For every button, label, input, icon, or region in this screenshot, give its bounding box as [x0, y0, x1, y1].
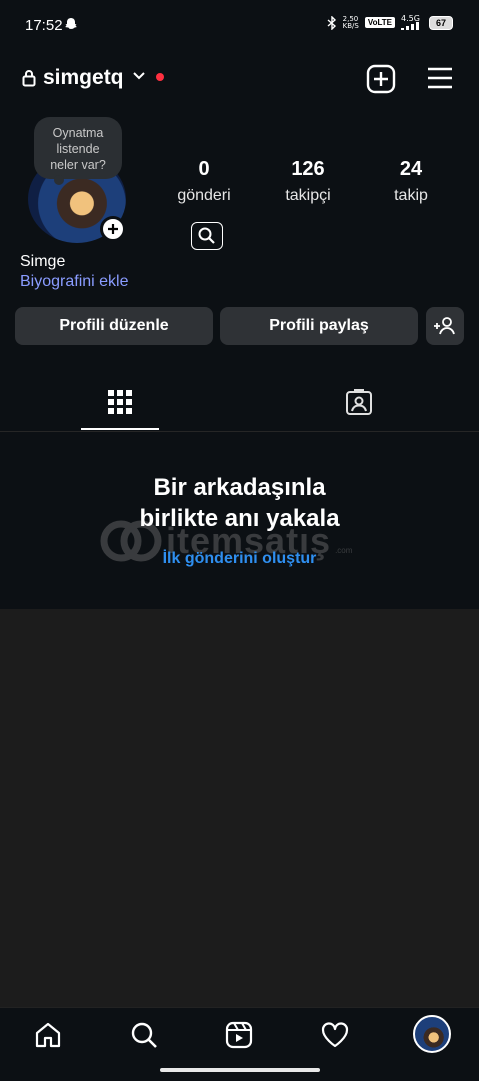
bluetooth-icon: [327, 15, 336, 30]
reels-icon[interactable]: [224, 1020, 254, 1050]
battery-indicator: 67: [429, 15, 453, 30]
profile-nav-avatar[interactable]: [413, 1015, 451, 1053]
profile-header: simgetq: [0, 58, 479, 100]
following-label: takip: [394, 187, 428, 204]
home-indicator[interactable]: [160, 1068, 320, 1072]
volte-badge: VoLTE: [364, 17, 395, 28]
search-nav-icon[interactable]: [129, 1020, 159, 1050]
tab-tagged[interactable]: [240, 384, 479, 432]
empty-state-title: Bir arkadaşınla birlikte anı yakala: [139, 474, 340, 532]
plus-icon: [108, 224, 118, 234]
search-icon: [198, 227, 215, 244]
following-stat[interactable]: 24 takip: [380, 158, 442, 205]
signal-bars-icon: [401, 22, 419, 30]
home-icon[interactable]: [33, 1020, 63, 1050]
status-time: 17:52: [25, 17, 63, 34]
discover-people-button[interactable]: [426, 307, 464, 345]
posts-count: 0: [198, 158, 210, 180]
followers-stat[interactable]: 126 takipçi: [276, 158, 340, 205]
snapchat-notification-icon: [65, 18, 77, 29]
tabs-divider: [0, 431, 479, 432]
chevron-down-icon[interactable]: [132, 71, 146, 81]
followers-label: takipçi: [285, 187, 331, 204]
posts-label: gönderi: [177, 187, 231, 204]
followers-count: 126: [291, 158, 325, 180]
create-first-post-link[interactable]: İlk gönderini oluştur: [0, 550, 479, 568]
tab-posts-grid[interactable]: [0, 384, 240, 432]
tagged-person-icon: [346, 389, 372, 415]
note-bubble[interactable]: Oynatma listende neler var?: [34, 117, 122, 185]
add-person-icon: [434, 317, 455, 335]
search-button[interactable]: [191, 222, 223, 250]
grid-icon: [108, 390, 132, 414]
following-count: 24: [399, 158, 423, 180]
lock-icon: [22, 70, 36, 87]
share-profile-button[interactable]: Profili paylaş: [220, 307, 418, 345]
new-post-icon[interactable]: [366, 64, 396, 94]
posts-stat[interactable]: 0 gönderi: [172, 158, 236, 205]
username[interactable]: simgetq: [43, 66, 124, 90]
network-speed: 2,50 KB/S: [342, 14, 359, 30]
profile-name: Simge: [20, 253, 66, 270]
active-tab-indicator: [81, 428, 159, 430]
signal-indicator: 4.5G: [401, 15, 423, 30]
add-story-button[interactable]: [100, 216, 126, 242]
add-bio-link[interactable]: Biyografini ekle: [20, 273, 129, 291]
heart-icon[interactable]: [320, 1020, 350, 1050]
edit-profile-button[interactable]: Profili düzenle: [15, 307, 213, 345]
notification-dot: [156, 73, 164, 81]
menu-icon[interactable]: [426, 66, 454, 90]
status-bar: 17:52 2,50 KB/S VoLTE 4.5G 67: [0, 0, 479, 50]
